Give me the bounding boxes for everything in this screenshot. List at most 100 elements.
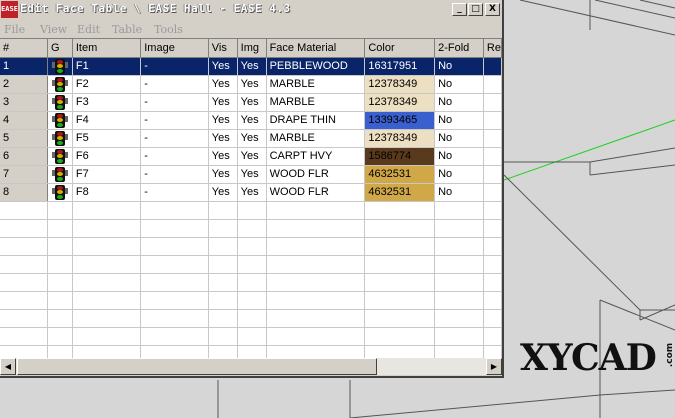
empty-cell[interactable]: [266, 327, 366, 346]
minimize-button[interactable]: _: [452, 3, 467, 16]
empty-cell[interactable]: [237, 327, 267, 346]
item-cell[interactable]: F1: [72, 57, 142, 76]
vis-cell[interactable]: Yes: [208, 147, 238, 166]
empty-cell[interactable]: [483, 201, 502, 220]
color-cell[interactable]: 12378349: [364, 75, 436, 94]
row-number[interactable]: 4: [0, 111, 48, 130]
img-cell[interactable]: Yes: [237, 93, 267, 112]
table-row[interactable]: 6 F6- Yes Yes CARPT HVY 1586774 No: [0, 147, 502, 166]
empty-cell[interactable]: [483, 219, 502, 238]
empty-cell[interactable]: [0, 255, 48, 274]
vis-cell[interactable]: Yes: [208, 111, 238, 130]
menu-view[interactable]: View: [40, 23, 67, 36]
empty-cell[interactable]: [266, 309, 366, 328]
empty-cell[interactable]: [434, 255, 484, 274]
empty-cell[interactable]: [208, 255, 238, 274]
color-cell[interactable]: 1586774: [364, 147, 436, 166]
empty-cell[interactable]: [266, 237, 366, 256]
image-cell[interactable]: -: [140, 129, 209, 148]
empty-cell[interactable]: [237, 219, 267, 238]
empty-cell[interactable]: [237, 255, 267, 274]
table-row[interactable]: 4 F4- Yes Yes DRAPE THIN 13393465 No: [0, 111, 502, 130]
empty-cell[interactable]: [72, 255, 142, 274]
twofold-cell[interactable]: No: [434, 165, 484, 184]
twofold-cell[interactable]: No: [434, 57, 484, 76]
empty-cell[interactable]: [140, 201, 209, 220]
empty-cell[interactable]: [208, 345, 238, 359]
empty-cell[interactable]: [266, 255, 366, 274]
empty-cell[interactable]: [364, 219, 436, 238]
empty-cell[interactable]: [483, 291, 502, 310]
row-number[interactable]: 1: [0, 57, 48, 76]
empty-row[interactable]: [0, 273, 502, 292]
empty-row[interactable]: [0, 219, 502, 238]
empty-cell[interactable]: [434, 345, 484, 359]
empty-cell[interactable]: [47, 273, 73, 292]
col-header-color[interactable]: Color: [364, 39, 436, 58]
empty-cell[interactable]: [434, 327, 484, 346]
empty-cell[interactable]: [140, 237, 209, 256]
row-number[interactable]: 3: [0, 93, 48, 112]
color-cell[interactable]: 12378349: [364, 93, 436, 112]
menu-file[interactable]: File: [4, 23, 25, 36]
empty-row[interactable]: [0, 309, 502, 328]
empty-cell[interactable]: [72, 237, 142, 256]
empty-cell[interactable]: [266, 273, 366, 292]
table-row[interactable]: 7 F7- Yes Yes WOOD FLR 4632531 No: [0, 165, 502, 184]
empty-cell[interactable]: [483, 237, 502, 256]
vis-cell[interactable]: Yes: [208, 183, 238, 202]
image-cell[interactable]: -: [140, 165, 209, 184]
menu-edit[interactable]: Edit: [77, 23, 100, 36]
empty-cell[interactable]: [237, 291, 267, 310]
col-header-g[interactable]: G: [47, 39, 73, 58]
empty-cell[interactable]: [0, 237, 48, 256]
empty-cell[interactable]: [0, 201, 48, 220]
group-icon-cell[interactable]: [47, 57, 73, 76]
twofold-cell[interactable]: No: [434, 75, 484, 94]
empty-cell[interactable]: [237, 273, 267, 292]
re-cell[interactable]: [483, 147, 502, 166]
image-cell[interactable]: -: [140, 183, 209, 202]
empty-cell[interactable]: [47, 327, 73, 346]
empty-cell[interactable]: [0, 273, 48, 292]
row-number[interactable]: 2: [0, 75, 48, 94]
item-cell[interactable]: F7: [72, 165, 142, 184]
empty-cell[interactable]: [140, 345, 209, 359]
empty-cell[interactable]: [208, 291, 238, 310]
col-header-2fold[interactable]: 2-Fold: [434, 39, 484, 58]
face-table-grid[interactable]: # G Item Image Vis Img Face Material Col…: [0, 38, 502, 359]
row-number[interactable]: 6: [0, 147, 48, 166]
material-cell[interactable]: MARBLE: [266, 129, 366, 148]
re-cell[interactable]: [483, 183, 502, 202]
empty-cell[interactable]: [434, 201, 484, 220]
empty-row[interactable]: [0, 291, 502, 310]
re-cell[interactable]: [483, 165, 502, 184]
table-row[interactable]: 8 F8- Yes Yes WOOD FLR 4632531 No: [0, 183, 502, 202]
group-icon-cell[interactable]: [47, 93, 73, 112]
empty-row[interactable]: [0, 327, 502, 346]
maximize-button[interactable]: □: [468, 3, 483, 16]
empty-cell[interactable]: [208, 309, 238, 328]
col-header-img[interactable]: Img: [237, 39, 267, 58]
empty-cell[interactable]: [0, 309, 48, 328]
twofold-cell[interactable]: No: [434, 111, 484, 130]
scroll-left-button[interactable]: ◀: [0, 358, 16, 375]
image-cell[interactable]: -: [140, 111, 209, 130]
title-bar[interactable]: EASE Edit Face Table \ EASE Hall - EASE …: [0, 0, 502, 20]
col-header-material[interactable]: Face Material: [266, 39, 366, 58]
empty-cell[interactable]: [140, 327, 209, 346]
empty-cell[interactable]: [483, 327, 502, 346]
image-cell[interactable]: -: [140, 57, 209, 76]
group-icon-cell[interactable]: [47, 75, 73, 94]
vis-cell[interactable]: Yes: [208, 129, 238, 148]
empty-cell[interactable]: [434, 273, 484, 292]
empty-cell[interactable]: [72, 273, 142, 292]
empty-cell[interactable]: [47, 345, 73, 359]
material-cell[interactable]: PEBBLEWOOD: [266, 57, 366, 76]
img-cell[interactable]: Yes: [237, 57, 267, 76]
empty-cell[interactable]: [237, 237, 267, 256]
empty-cell[interactable]: [47, 201, 73, 220]
twofold-cell[interactable]: No: [434, 93, 484, 112]
group-icon-cell[interactable]: [47, 147, 73, 166]
table-row[interactable]: 2 F2- Yes Yes MARBLE 12378349 No: [0, 75, 502, 94]
